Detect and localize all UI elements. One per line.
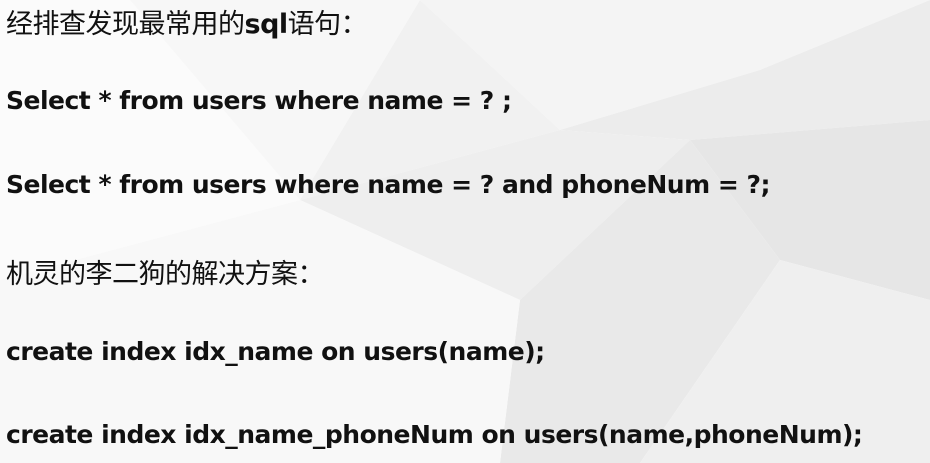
heading-common-sql: 经排查发现最常用的sql语句：: [6, 2, 368, 41]
sql-query-1: Select * from users where name = ? ;: [6, 86, 512, 115]
heading-prefix: 经排查发现最常用的: [6, 9, 245, 40]
create-index-2: create index idx_name_phoneNum on users(…: [6, 420, 863, 449]
slide-content: 经排查发现最常用的sql语句： Select * from users wher…: [0, 0, 930, 463]
heading-sql-keyword: sql: [244, 9, 289, 40]
heading-suffix: 语句：: [287, 9, 368, 40]
solution-heading: 机灵的李二狗的解决方案：: [6, 259, 325, 290]
create-index-1: create index idx_name on users(name);: [6, 337, 545, 366]
sql-query-2: Select * from users where name = ? and p…: [6, 170, 771, 199]
